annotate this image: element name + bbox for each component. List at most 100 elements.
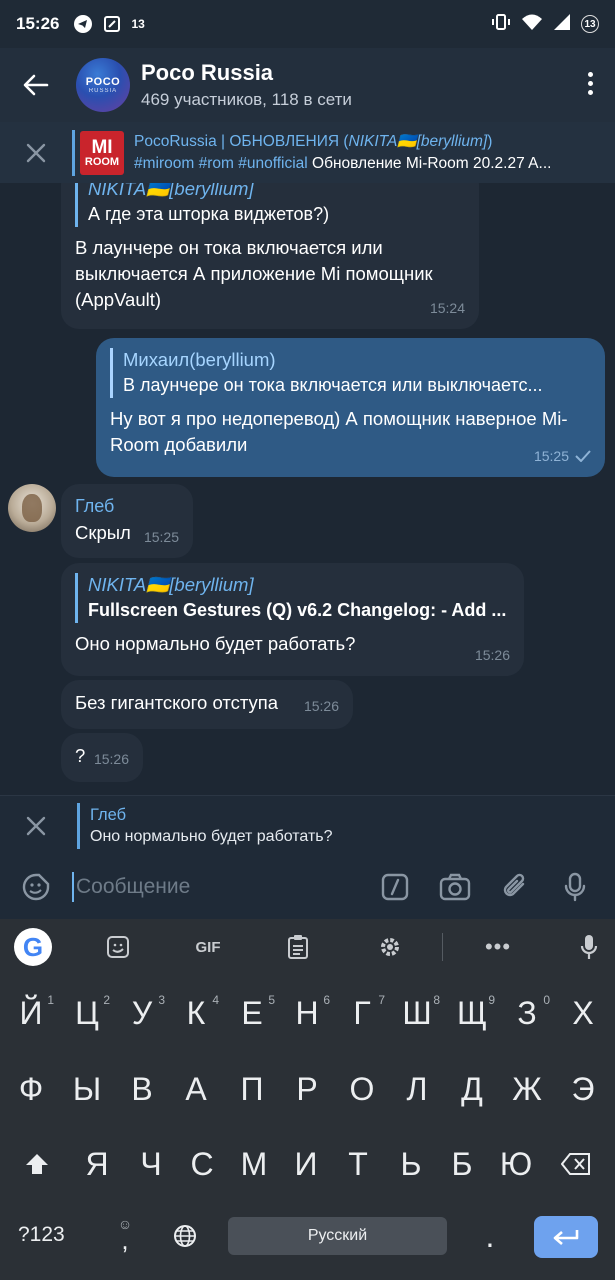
reply-sender: Глеб [90, 805, 127, 824]
composer: Сообщение [0, 855, 615, 919]
message-bubble[interactable]: Без гигантского отступа 15:26 [61, 680, 353, 729]
reply-accent-bar [77, 802, 80, 849]
backspace-key[interactable] [551, 1134, 601, 1194]
sender-name[interactable]: Глеб [75, 494, 179, 518]
status-time: 15:26 [16, 14, 60, 33]
pinned-close-button[interactable] [0, 122, 72, 183]
key[interactable]: Ш8 [392, 983, 442, 1043]
key[interactable]: О [337, 1059, 387, 1119]
key[interactable]: Ю [491, 1134, 541, 1194]
message-bubble[interactable]: NIKITA🇺🇦[beryllium] Fullscreen Gestures … [61, 563, 524, 676]
shift-key[interactable] [12, 1134, 62, 1194]
reply-preview: Глеб Оно нормально будет работать? [0, 795, 615, 855]
signal-icon [553, 13, 571, 36]
space-key[interactable]: Русский [228, 1217, 447, 1255]
key[interactable]: Л [392, 1059, 442, 1119]
reply-text: Оно нормально будет работать? [90, 827, 333, 845]
key[interactable]: Щ9 [447, 983, 497, 1043]
key[interactable]: В [117, 1059, 167, 1119]
attach-button[interactable] [495, 867, 535, 907]
message-text: Без гигантского отступа [75, 692, 279, 713]
key[interactable]: Э [558, 1059, 608, 1119]
more-menu-button[interactable] [588, 72, 593, 95]
key[interactable]: У3 [117, 983, 167, 1043]
key[interactable]: Е5 [227, 983, 277, 1043]
gif-button[interactable]: GIF [186, 919, 230, 975]
message-list[interactable]: NIKITA🇺🇦[beryllium] А где эта шторка вид… [0, 183, 615, 795]
key[interactable]: Ф [6, 1059, 56, 1119]
enter-icon [553, 1230, 579, 1245]
vibrate-icon [491, 13, 511, 36]
message-bubble-outgoing[interactable]: Михаил(beryllium) В лаунчере он тока вкл… [96, 338, 605, 477]
message-bubble[interactable]: ? 15:26 [61, 733, 143, 782]
group-avatar[interactable]: POCO RUSSIA [76, 58, 130, 112]
sticker-button[interactable] [100, 919, 136, 975]
key[interactable]: Г7 [337, 983, 387, 1043]
message-bubble[interactable]: NIKITA🇺🇦[beryllium] А где эта шторка вид… [61, 183, 479, 329]
back-button[interactable] [0, 48, 72, 122]
google-button[interactable]: G [13, 919, 53, 975]
toolbar-divider [442, 933, 443, 961]
enter-key[interactable] [534, 1216, 598, 1258]
pinned-text: #miroom #rom #unofficial Обновление Mi-R… [134, 154, 552, 172]
message-text: Оно нормально будет работать? [75, 633, 356, 654]
bot-commands-button[interactable] [375, 867, 415, 907]
reply-quote[interactable]: NIKITA🇺🇦[beryllium] Fullscreen Gestures … [75, 573, 510, 623]
key[interactable]: А [171, 1059, 221, 1119]
clipboard-icon [288, 935, 308, 959]
emoji-button[interactable] [0, 872, 72, 902]
paperclip-icon [503, 873, 525, 897]
globe-icon [174, 1225, 196, 1247]
key[interactable]: Х [558, 983, 608, 1043]
message-time: 15:25 [143, 529, 179, 545]
more-options-button[interactable]: ••• [480, 919, 516, 975]
key[interactable]: И [281, 1134, 331, 1194]
key[interactable]: Д [447, 1059, 497, 1119]
pinned-message[interactable]: MI ROOM PocoRussia | ОБНОВЛЕНИЯ (NIKITA🇺… [0, 122, 615, 183]
key[interactable]: Т [333, 1134, 383, 1194]
message-bubble[interactable]: Глеб Скрыл 15:25 [61, 484, 193, 558]
key[interactable]: Н6 [282, 983, 332, 1043]
key[interactable]: Р [282, 1059, 332, 1119]
message-time: 15:26 [474, 647, 510, 663]
symbols-key[interactable]: ?123 [18, 1223, 65, 1247]
voice-input-button[interactable] [574, 919, 604, 975]
sender-avatar[interactable] [8, 484, 56, 532]
key[interactable]: Й1 [6, 983, 56, 1043]
key[interactable]: Б [437, 1134, 487, 1194]
message-time: 15:26 [303, 698, 339, 714]
key[interactable]: М [229, 1134, 279, 1194]
backspace-icon [561, 1153, 590, 1175]
message-time: 15:24 [429, 300, 465, 316]
key[interactable]: Ь [386, 1134, 436, 1194]
shift-icon [26, 1154, 48, 1174]
key[interactable]: Ч [126, 1134, 176, 1194]
group-title: Poco Russia [141, 60, 274, 85]
group-info[interactable]: Poco Russia 469 участников, 118 в сети [141, 60, 352, 110]
camera-button[interactable] [435, 867, 475, 907]
cancel-reply-button[interactable] [0, 796, 72, 856]
voice-record-button[interactable] [555, 867, 595, 907]
key[interactable]: Я [72, 1134, 122, 1194]
key[interactable]: К4 [171, 983, 221, 1043]
clipboard-button[interactable] [282, 919, 314, 975]
microphone-icon [580, 935, 598, 959]
wifi-icon [521, 13, 543, 36]
reply-quote[interactable]: NIKITA🇺🇦[beryllium] А где эта шторка вид… [75, 183, 465, 227]
key[interactable]: Ц2 [62, 983, 112, 1043]
key[interactable]: П [227, 1059, 277, 1119]
key[interactable]: С [177, 1134, 227, 1194]
key[interactable]: З0 [502, 983, 552, 1043]
telegram-icon [73, 14, 93, 34]
message-text: Ну вот я про недоперевод) А помощник нав… [110, 408, 568, 455]
camera-icon [439, 873, 471, 901]
period-key[interactable]: . [465, 1206, 515, 1266]
sticker-icon [22, 873, 50, 901]
reply-quote[interactable]: Михаил(beryllium) В лаунчере он тока вкл… [110, 348, 591, 398]
comma-emoji-key[interactable]: ☺ , [100, 1210, 150, 1270]
key[interactable]: Ж [502, 1059, 552, 1119]
language-key[interactable] [160, 1206, 210, 1266]
settings-button[interactable] [372, 919, 408, 975]
key[interactable]: Ы [62, 1059, 112, 1119]
message-input[interactable]: Сообщение [72, 872, 375, 902]
